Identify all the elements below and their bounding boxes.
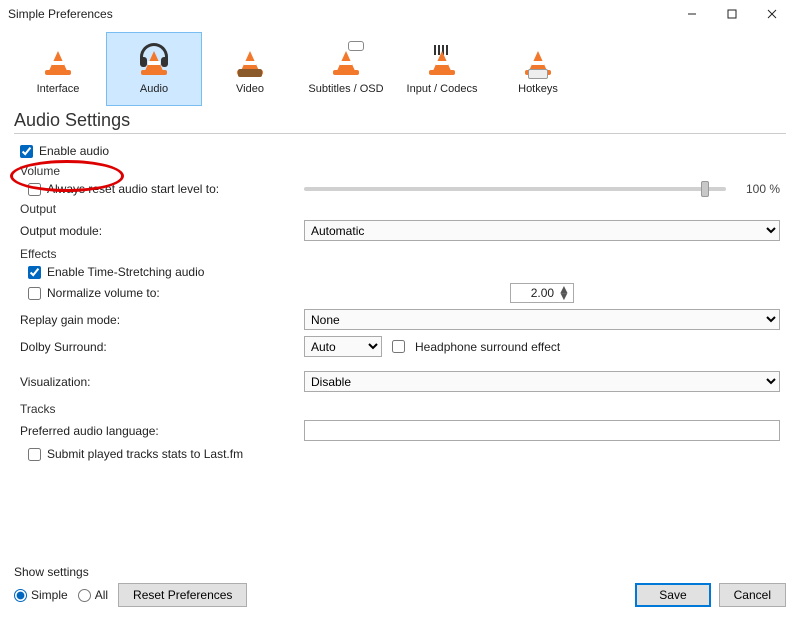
- enable-audio-checkbox[interactable]: [20, 145, 33, 158]
- tab-label: Interface: [37, 83, 80, 95]
- volume-slider[interactable]: [304, 187, 726, 191]
- normalize-spinner[interactable]: 2.00 ▲▼: [510, 283, 574, 303]
- preferred-lang-label: Preferred audio language:: [14, 424, 304, 438]
- dolby-label: Dolby Surround:: [14, 340, 304, 354]
- spinner-arrows-icon: ▲▼: [558, 286, 570, 300]
- tab-codecs[interactable]: Input / Codecs: [394, 32, 490, 106]
- tab-audio[interactable]: Audio: [106, 32, 202, 106]
- visualization-label: Visualization:: [14, 375, 304, 389]
- replay-gain-select[interactable]: None: [304, 309, 780, 330]
- normalize-value: 2.00: [514, 286, 558, 300]
- tab-label: Subtitles / OSD: [308, 83, 383, 95]
- visualization-select[interactable]: Disable: [304, 371, 780, 392]
- headphone-effect-checkbox[interactable]: [392, 340, 405, 353]
- save-button[interactable]: Save: [635, 583, 710, 607]
- volume-percent: 100 %: [734, 182, 780, 196]
- output-module-label: Output module:: [14, 224, 304, 238]
- reset-preferences-button[interactable]: Reset Preferences: [118, 583, 247, 607]
- page-heading: Audio Settings: [14, 110, 786, 134]
- tab-label: Input / Codecs: [407, 83, 478, 95]
- footer: Show settings Simple All Reset Preferenc…: [0, 557, 800, 621]
- tab-label: Hotkeys: [518, 83, 558, 95]
- replay-gain-label: Replay gain mode:: [14, 313, 304, 327]
- tab-hotkeys[interactable]: Hotkeys: [490, 32, 586, 106]
- tracks-section-label: Tracks: [20, 402, 786, 416]
- output-section-label: Output: [20, 202, 786, 216]
- tab-video[interactable]: Video: [202, 32, 298, 106]
- video-cone-icon: [230, 43, 270, 79]
- titlebar: Simple Preferences: [0, 0, 800, 28]
- show-settings-label: Show settings: [14, 565, 247, 579]
- hotkeys-cone-icon: [518, 43, 558, 79]
- codecs-cone-icon: [422, 43, 462, 79]
- output-module-row: Output module: Automatic: [14, 220, 786, 241]
- subtitles-cone-icon: [326, 43, 366, 79]
- dolby-select[interactable]: Auto: [304, 336, 382, 357]
- dolby-row: Dolby Surround: Auto Headphone surround …: [14, 336, 786, 357]
- lastfm-checkbox[interactable]: [28, 448, 41, 461]
- cancel-button[interactable]: Cancel: [719, 583, 786, 607]
- effects-section-label: Effects: [20, 247, 786, 261]
- volume-reset-row: Always reset audio start level to: 100 %: [14, 182, 786, 196]
- content-area: Audio Settings Enable audio Volume Alway…: [0, 106, 800, 461]
- radio-simple[interactable]: Simple: [14, 588, 68, 602]
- tab-label: Video: [236, 83, 264, 95]
- enable-audio-label: Enable audio: [39, 144, 109, 158]
- reset-level-label: Always reset audio start level to:: [47, 182, 219, 196]
- lastfm-label: Submit played tracks stats to Last.fm: [47, 447, 243, 461]
- reset-level-checkbox[interactable]: [28, 183, 41, 196]
- replay-gain-row: Replay gain mode: None: [14, 309, 786, 330]
- timestretch-label: Enable Time-Stretching audio: [47, 265, 204, 279]
- window-title: Simple Preferences: [8, 7, 113, 21]
- headphone-effect-label: Headphone surround effect: [415, 340, 560, 354]
- tab-label: Audio: [140, 83, 168, 95]
- normalize-row: Normalize volume to: 2.00 ▲▼: [14, 283, 786, 303]
- audio-cone-icon: [134, 43, 174, 79]
- normalize-checkbox[interactable]: [28, 287, 41, 300]
- normalize-label: Normalize volume to:: [47, 286, 160, 300]
- maximize-button[interactable]: [712, 0, 752, 28]
- preferred-lang-row: Preferred audio language:: [14, 420, 786, 441]
- category-tabs: Interface Audio Video Subtitles / OSD In…: [0, 28, 800, 106]
- tab-subtitles[interactable]: Subtitles / OSD: [298, 32, 394, 106]
- show-settings-group: Show settings Simple All Reset Preferenc…: [14, 565, 247, 607]
- preferred-lang-input[interactable]: [304, 420, 780, 441]
- timestretch-checkbox[interactable]: [28, 266, 41, 279]
- visualization-row: Visualization: Disable: [14, 371, 786, 392]
- close-button[interactable]: [752, 0, 792, 28]
- tab-interface[interactable]: Interface: [10, 32, 106, 106]
- enable-audio-row: Enable audio: [14, 144, 786, 158]
- window-controls: [672, 0, 792, 28]
- minimize-button[interactable]: [672, 0, 712, 28]
- cone-icon: [38, 43, 78, 79]
- radio-all[interactable]: All: [78, 588, 108, 602]
- slider-thumb-icon: [701, 181, 709, 197]
- output-module-select[interactable]: Automatic: [304, 220, 780, 241]
- volume-section-label: Volume: [20, 164, 786, 178]
